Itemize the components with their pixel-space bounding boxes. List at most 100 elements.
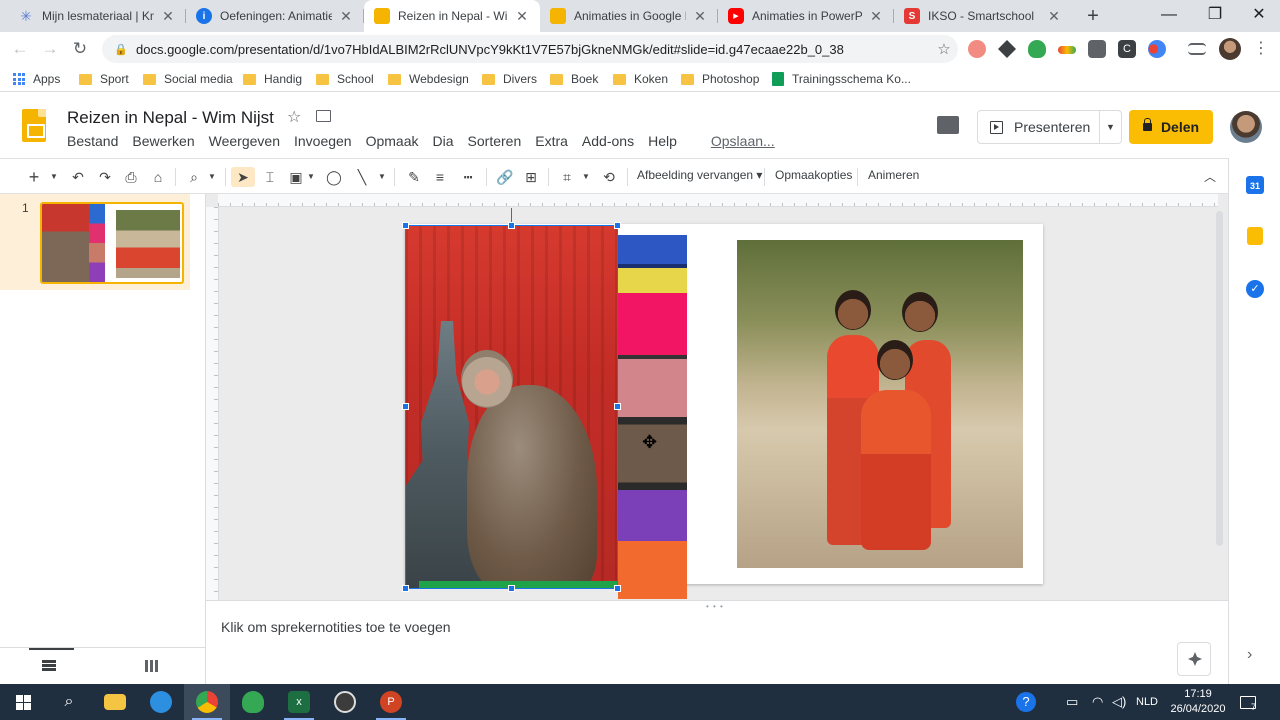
tasks-icon[interactable]: ✓ bbox=[1246, 280, 1264, 298]
animate-button[interactable]: Animeren bbox=[868, 168, 919, 182]
bookmark-folder[interactable]: Koken bbox=[613, 70, 668, 88]
resize-handle[interactable] bbox=[508, 222, 515, 229]
shield-extension-icon[interactable] bbox=[1028, 40, 1046, 58]
expand-side-panel-chevron-icon[interactable]: › bbox=[1247, 646, 1252, 664]
zoom-dropdown-icon[interactable]: ▼ bbox=[206, 167, 218, 187]
present-dropdown-icon[interactable]: ▼ bbox=[1099, 111, 1121, 143]
menu-dia[interactable]: Dia bbox=[426, 133, 461, 149]
account-avatar[interactable] bbox=[1230, 111, 1262, 143]
bookmark-trainingsschema[interactable]: Trainingsschema Ko... bbox=[772, 70, 911, 88]
profile-avatar[interactable] bbox=[1219, 38, 1241, 60]
save-status-link[interactable]: Opslaan... bbox=[704, 133, 782, 149]
bookmark-folder[interactable]: Sport bbox=[79, 70, 129, 88]
keep-icon[interactable] bbox=[1247, 227, 1263, 245]
tab-smartschool[interactable]: S IKSO - Smartschool ✕ bbox=[894, 0, 1072, 32]
mask-dropdown-icon[interactable]: ▼ bbox=[580, 167, 592, 187]
notification-center-icon[interactable]: 7 bbox=[1240, 684, 1256, 720]
bookmark-folder[interactable]: Social media bbox=[143, 70, 233, 88]
reload-icon[interactable]: ↻ bbox=[68, 37, 92, 61]
slide-thumbnail[interactable] bbox=[40, 202, 184, 284]
rainbow-extension-icon[interactable] bbox=[1058, 46, 1076, 54]
format-options-button[interactable]: Opmaakopties bbox=[775, 168, 852, 182]
paint-format-icon[interactable]: ⌂ bbox=[148, 167, 168, 187]
chrome-menu-icon[interactable]: ⋮ bbox=[1252, 40, 1270, 58]
collapse-toolbar-chevron-icon[interactable]: ︿ bbox=[1200, 167, 1220, 187]
shield-app-icon[interactable] bbox=[230, 684, 276, 720]
help-icon[interactable]: ? bbox=[1016, 684, 1036, 720]
zoom-icon[interactable]: ⌕ bbox=[184, 167, 204, 187]
obs-icon[interactable] bbox=[322, 684, 368, 720]
windows-start-icon[interactable] bbox=[0, 684, 46, 720]
share-button[interactable]: Delen bbox=[1129, 110, 1213, 144]
tab-animaties-powerpoint[interactable]: ▶ Animaties in PowerPoin ✕ bbox=[718, 0, 894, 32]
grid-view-icon[interactable] bbox=[145, 660, 159, 672]
monkey-image[interactable] bbox=[405, 225, 618, 589]
close-tab-icon[interactable]: ✕ bbox=[692, 8, 708, 25]
border-color-pen-icon[interactable]: ✎ bbox=[404, 167, 424, 187]
forward-arrow-icon[interactable]: → bbox=[38, 37, 62, 61]
tab-animaties-google[interactable]: Animaties in Google Pr ✕ bbox=[540, 0, 718, 32]
color-extension-icon[interactable] bbox=[1148, 40, 1166, 58]
battery-icon[interactable]: ▭ bbox=[1066, 684, 1078, 720]
filmstrip-view-icon[interactable] bbox=[42, 660, 56, 671]
crop-icon[interactable]: ⌗ bbox=[556, 167, 578, 187]
bookmark-folder[interactable]: Handig bbox=[243, 70, 302, 88]
tab-oefeningen[interactable]: i Oefeningen: Animaties ✕ bbox=[186, 0, 364, 32]
resize-handle[interactable] bbox=[614, 585, 621, 592]
close-tab-icon[interactable]: ✕ bbox=[338, 8, 354, 25]
tab-knoowy[interactable]: ✳ Mijn lesmateriaal | Knoo ✕ bbox=[8, 0, 186, 32]
wifi-icon[interactable]: ◠ bbox=[1092, 684, 1103, 720]
address-bar[interactable]: 🔒 docs.google.com/presentation/d/1vo7HbI… bbox=[102, 35, 958, 63]
menu-sorteren[interactable]: Sorteren bbox=[461, 133, 529, 149]
excel-icon[interactable]: x bbox=[276, 684, 322, 720]
resize-handle[interactable] bbox=[614, 222, 621, 229]
bookmark-folder[interactable]: Divers bbox=[482, 70, 537, 88]
grid-extension-icon[interactable] bbox=[1088, 40, 1106, 58]
menu-weergeven[interactable]: Weergeven bbox=[202, 133, 287, 149]
line-dropdown-icon[interactable]: ▼ bbox=[376, 167, 388, 187]
close-tab-icon[interactable]: ✕ bbox=[1046, 8, 1062, 25]
explore-icon[interactable] bbox=[1177, 642, 1211, 676]
back-arrow-icon[interactable]: ← bbox=[8, 37, 32, 61]
resize-handle[interactable] bbox=[402, 222, 409, 229]
resize-handle[interactable] bbox=[402, 585, 409, 592]
reading-list-icon[interactable] bbox=[1188, 43, 1206, 55]
vertical-ruler[interactable] bbox=[206, 207, 219, 600]
document-title[interactable]: Reizen in Nepal - Wim Nijst bbox=[67, 108, 274, 128]
slides-logo-icon[interactable] bbox=[22, 109, 46, 142]
restore-button[interactable]: ❐ bbox=[1192, 0, 1238, 32]
canvas-scrollbar[interactable] bbox=[1216, 211, 1223, 546]
notes-resize-grip[interactable]: • • • bbox=[706, 602, 724, 611]
star-icon[interactable]: ☆ bbox=[287, 107, 301, 127]
menu-help[interactable]: Help bbox=[641, 133, 684, 149]
print-icon[interactable]: ⎙ bbox=[121, 167, 141, 187]
bookmark-apps[interactable]: Apps bbox=[13, 70, 60, 88]
extension-icon[interactable] bbox=[968, 40, 986, 58]
c-extension-icon[interactable]: C bbox=[1118, 40, 1136, 58]
select-cursor-icon[interactable]: ➤ bbox=[231, 167, 255, 187]
language-indicator[interactable]: NLD bbox=[1136, 684, 1158, 720]
bookmark-folder[interactable]: School bbox=[316, 70, 374, 88]
border-dash-icon[interactable]: ┅ bbox=[458, 167, 478, 187]
line-icon[interactable]: ╲ bbox=[351, 167, 373, 187]
image-dropdown-icon[interactable]: ▼ bbox=[306, 167, 316, 187]
resize-handle[interactable] bbox=[614, 403, 621, 410]
slide-canvas[interactable]: ✥ bbox=[206, 194, 1228, 600]
menu-bestand[interactable]: Bestand bbox=[60, 133, 125, 149]
powder-colors-image[interactable] bbox=[618, 235, 687, 599]
bookmark-folder[interactable]: Webdesign bbox=[388, 70, 469, 88]
menu-opmaak[interactable]: Opmaak bbox=[359, 133, 426, 149]
close-tab-icon[interactable]: ✕ bbox=[514, 8, 530, 25]
file-explorer-icon[interactable] bbox=[92, 684, 138, 720]
nepali-girls-image[interactable] bbox=[737, 240, 1023, 568]
resize-handle[interactable] bbox=[402, 403, 409, 410]
comments-icon[interactable] bbox=[937, 116, 959, 134]
replace-image-button[interactable]: Afbeelding vervangen ▾ bbox=[637, 168, 762, 182]
calendar-icon[interactable]: 31 bbox=[1246, 176, 1264, 194]
undo-icon[interactable]: ↶ bbox=[68, 167, 88, 187]
volume-icon[interactable]: ◁) bbox=[1112, 684, 1126, 720]
text-box-icon[interactable]: ⌶ bbox=[259, 167, 281, 187]
move-to-folder-icon[interactable] bbox=[316, 110, 331, 122]
chrome-taskbar-icon[interactable] bbox=[184, 684, 230, 720]
bookmark-folder[interactable]: Photoshop bbox=[681, 70, 759, 88]
